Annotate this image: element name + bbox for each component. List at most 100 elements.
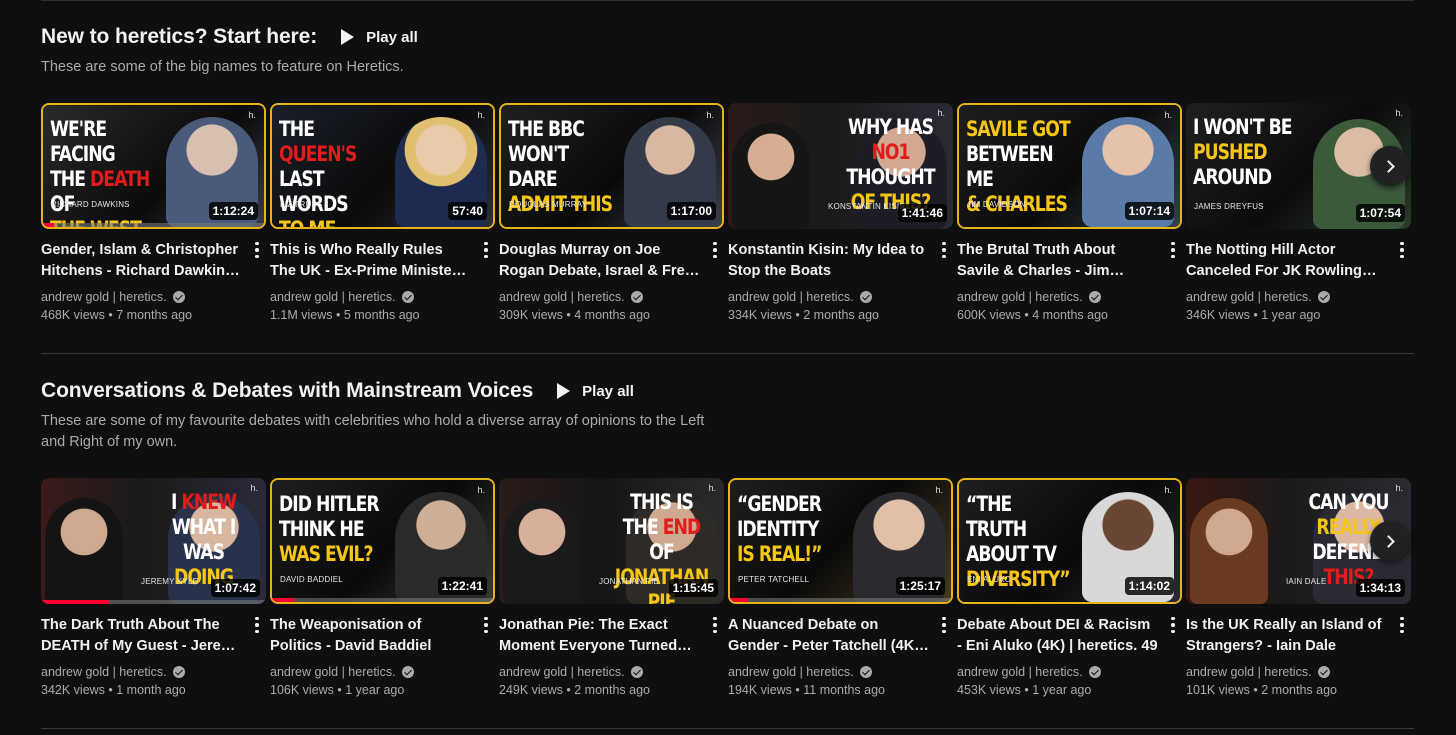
- video-title[interactable]: Douglas Murray on Joe Rogan Debate, Isra…: [499, 240, 700, 282]
- thumbnail-guest-name: JAMES DREYFUS: [1194, 202, 1264, 211]
- thumbnail-guest-name: ENI ALUKO: [967, 575, 1012, 584]
- video-card[interactable]: I WON'T BE PUSHED AROUND JAMES DREYFUS h. 1:0…: [1186, 103, 1411, 322]
- shelf-title[interactable]: Conversations & Debates with Mainstream …: [41, 379, 533, 403]
- verified-check-icon: [1088, 666, 1101, 678]
- video-card[interactable]: “THE TRUTH ABOUT TV DIVERSITY” ENI ALUKO h. 1…: [957, 478, 1182, 697]
- verified-check-icon: [172, 666, 185, 678]
- video-card[interactable]: WE'RE FACINGTHE DEATH OFTHE WESTRICHARD …: [41, 103, 266, 322]
- video-thumbnail[interactable]: SAVILE GOT BETWEEN ME & CHARLES JIM DAVIDSO…: [957, 103, 1182, 229]
- channel-name[interactable]: andrew gold | heretics.: [499, 665, 700, 679]
- video-card[interactable]: THIS IS THE END OF JONATHAN PIE JONATHAN PI…: [499, 478, 724, 697]
- channel-name[interactable]: andrew gold | heretics.: [499, 290, 700, 304]
- video-title[interactable]: Jonathan Pie: The Exact Moment Everyone …: [499, 615, 700, 657]
- video-title[interactable]: This is Who Really Rules The UK - Ex-Pri…: [270, 240, 471, 282]
- thumbnail-headline: “GENDER IDENTITY IS REAL!”: [737, 492, 822, 566]
- play-all-button[interactable]: Play all: [341, 29, 418, 46]
- video-title[interactable]: The Weaponisation of Politics - David Ba…: [270, 615, 471, 657]
- video-card[interactable]: WHY HAS NO1 THOUGHT OF THIS? KONSTANTIN KIS…: [728, 103, 953, 322]
- duration-badge: 1:41:46: [897, 204, 947, 222]
- video-meta: Jonathan Pie: The Exact Moment Everyone …: [499, 615, 724, 697]
- channel-watermark: h.: [937, 108, 945, 118]
- video-card[interactable]: DID HITLER THINK HE WAS EVIL? DAVID BADDIEL…: [270, 478, 495, 697]
- view-stats: 342K views • 1 month ago: [41, 683, 186, 697]
- video-thumbnail[interactable]: WHY HAS NO1 THOUGHT OF THIS? KONSTANTIN KIS…: [728, 103, 953, 229]
- shelf-divider: [41, 728, 1414, 729]
- more-vert-icon[interactable]: [941, 240, 947, 260]
- video-thumbnail[interactable]: THIS IS THE END OF JONATHAN PIE JONATHAN PI…: [499, 478, 724, 604]
- video-thumbnail[interactable]: WE'RE FACINGTHE DEATH OFTHE WESTRICHARD …: [41, 103, 266, 229]
- next-button[interactable]: [1370, 146, 1410, 186]
- video-card[interactable]: SAVILE GOT BETWEEN ME & CHARLES JIM DAVIDSO…: [957, 103, 1182, 322]
- channel-name[interactable]: andrew gold | heretics.: [41, 665, 242, 679]
- video-card[interactable]: I KNEW WHAT I WAS DOING JEREMY KYLE h. 1:07:4…: [41, 478, 266, 697]
- channel-name-text: andrew gold | heretics.: [499, 290, 625, 304]
- next-button[interactable]: [1370, 521, 1410, 561]
- video-meta: A Nuanced Debate on Gender - Peter Tatch…: [728, 615, 953, 697]
- video-thumbnail[interactable]: THE BBC WON'T DARE ADMIT THIS DOUGLAS MURRA…: [499, 103, 724, 229]
- duration-badge: 57:40: [448, 202, 487, 220]
- more-vert-icon[interactable]: [483, 240, 489, 260]
- more-vert-icon[interactable]: [1399, 615, 1405, 635]
- channel-name[interactable]: andrew gold | heretics.: [957, 665, 1158, 679]
- watch-progress-fill: [43, 223, 55, 227]
- more-vert-icon[interactable]: [712, 240, 718, 260]
- watch-progress-bar: [43, 223, 264, 227]
- video-meta: This is Who Really Rules The UK - Ex-Pri…: [270, 240, 495, 322]
- video-thumbnail[interactable]: THE QUEEN'S LAST WORDS TO ME... LIZ TRUSS h.…: [270, 103, 495, 229]
- video-title[interactable]: The Notting Hill Actor Canceled For JK R…: [1186, 240, 1387, 282]
- video-thumbnail[interactable]: DID HITLER THINK HE WAS EVIL? DAVID BADDIEL…: [270, 478, 495, 604]
- video-title[interactable]: Is the UK Really an Island of Strangers?…: [1186, 615, 1387, 657]
- channel-watermark: h.: [1395, 108, 1403, 118]
- more-vert-icon[interactable]: [483, 615, 489, 635]
- video-title[interactable]: Debate About DEI & Racism - Eni Aluko (4…: [957, 615, 1158, 657]
- video-grid: I KNEW WHAT I WAS DOING JEREMY KYLE h. 1:07:4…: [41, 478, 1411, 697]
- thumbnail-guest-name: RICHARD DAWKINS: [51, 200, 130, 209]
- channel-name[interactable]: andrew gold | heretics.: [41, 290, 242, 304]
- more-vert-icon[interactable]: [254, 240, 260, 260]
- more-vert-icon[interactable]: [941, 615, 947, 635]
- shelf-new-to-heretics: New to heretics? Start here: Play all Th…: [41, 24, 1414, 322]
- more-vert-icon[interactable]: [1170, 240, 1176, 260]
- thumbnail-guest-name: LIZ TRUSS: [280, 200, 323, 209]
- thumbnail-guest-name: KONSTANTIN KISIN: [828, 202, 906, 211]
- shelf-title[interactable]: New to heretics? Start here:: [41, 25, 317, 49]
- video-meta: The Brutal Truth About Savile & Charles …: [957, 240, 1182, 322]
- channel-name[interactable]: andrew gold | heretics.: [270, 290, 471, 304]
- video-meta: Is the UK Really an Island of Strangers?…: [1186, 615, 1411, 697]
- video-thumbnail[interactable]: “GENDER IDENTITY IS REAL!” PETER TATCHELL h.…: [728, 478, 953, 604]
- video-card[interactable]: CAN YOU REALLY DEFEND THIS? IAIN DALE h. 1:34…: [1186, 478, 1411, 697]
- video-title[interactable]: A Nuanced Debate on Gender - Peter Tatch…: [728, 615, 929, 657]
- video-card[interactable]: “GENDER IDENTITY IS REAL!” PETER TATCHELL h.…: [728, 478, 953, 697]
- video-title[interactable]: Konstantin Kisin: My Idea to Stop the Bo…: [728, 240, 929, 282]
- video-title[interactable]: Gender, Islam & Christopher Hitchens - R…: [41, 240, 242, 282]
- more-vert-icon[interactable]: [254, 615, 260, 635]
- video-title[interactable]: The Brutal Truth About Savile & Charles …: [957, 240, 1158, 282]
- channel-name[interactable]: andrew gold | heretics.: [270, 665, 471, 679]
- more-vert-icon[interactable]: [712, 615, 718, 635]
- channel-name[interactable]: andrew gold | heretics.: [728, 665, 929, 679]
- more-vert-icon[interactable]: [1399, 240, 1405, 260]
- channel-watermark: h.: [248, 110, 256, 120]
- channel-name[interactable]: andrew gold | heretics.: [728, 290, 929, 304]
- video-thumbnail[interactable]: I KNEW WHAT I WAS DOING JEREMY KYLE h. 1:07:4…: [41, 478, 266, 604]
- channel-name-text: andrew gold | heretics.: [41, 665, 167, 679]
- thumbnail-headline: DID HITLER THINK HE WAS EVIL?: [279, 492, 380, 566]
- verified-check-icon: [1088, 291, 1101, 303]
- channel-name-text: andrew gold | heretics.: [957, 290, 1083, 304]
- video-title[interactable]: The Dark Truth About The DEATH of My Gue…: [41, 615, 242, 657]
- video-thumbnail[interactable]: “THE TRUTH ABOUT TV DIVERSITY” ENI ALUKO h. 1…: [957, 478, 1182, 604]
- channel-name[interactable]: andrew gold | heretics.: [957, 290, 1158, 304]
- play-all-button[interactable]: Play all: [557, 383, 634, 400]
- verified-check-icon: [1317, 291, 1330, 303]
- video-meta: Konstantin Kisin: My Idea to Stop the Bo…: [728, 240, 953, 322]
- more-vert-icon[interactable]: [1170, 615, 1176, 635]
- shelf-description: These are some of my favourite debates w…: [41, 413, 705, 450]
- shelf-header: Conversations & Debates with Mainstream …: [41, 378, 1414, 404]
- channel-name[interactable]: andrew gold | heretics.: [1186, 665, 1387, 679]
- video-card[interactable]: THE BBC WON'T DARE ADMIT THIS DOUGLAS MURRA…: [499, 103, 724, 322]
- channel-watermark: h.: [250, 483, 258, 493]
- video-card[interactable]: THE QUEEN'S LAST WORDS TO ME... LIZ TRUSS h.…: [270, 103, 495, 322]
- guest-portrait: [732, 123, 810, 229]
- thumbnail-headline: I WON'T BE PUSHED AROUND: [1193, 115, 1293, 189]
- channel-name[interactable]: andrew gold | heretics.: [1186, 290, 1387, 304]
